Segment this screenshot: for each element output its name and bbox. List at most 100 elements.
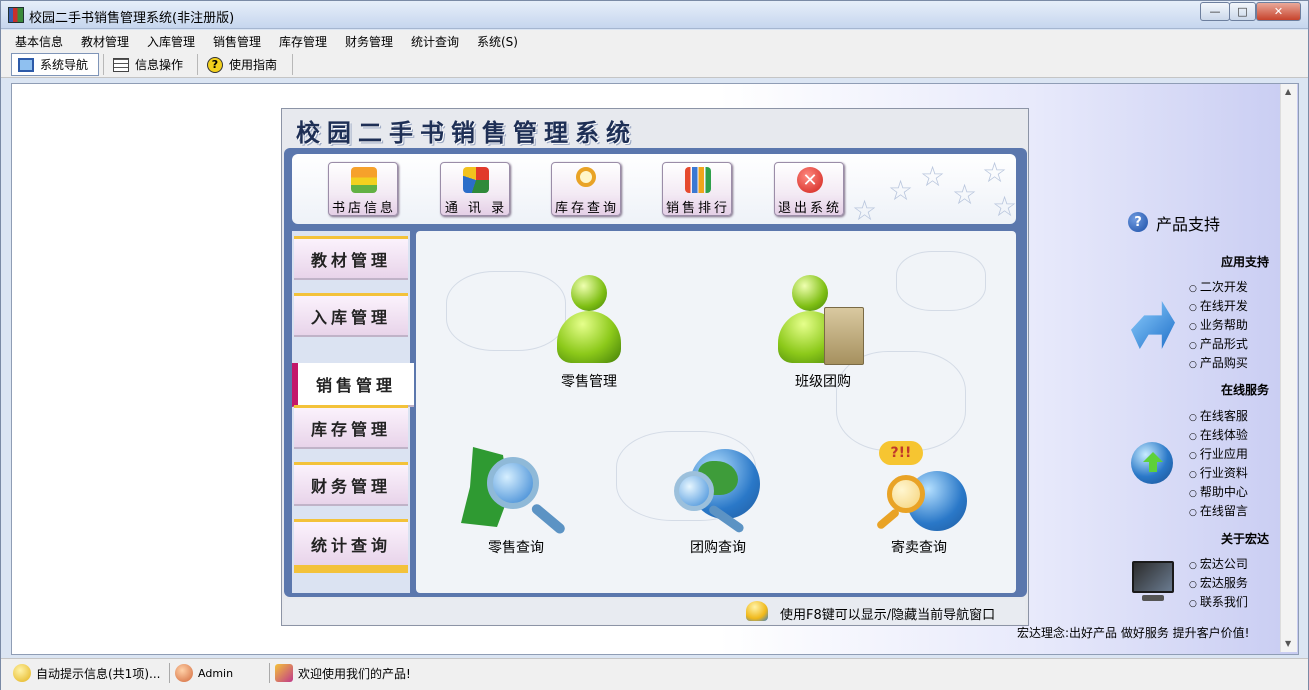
app-support-heading: 应用支持 <box>1221 255 1270 269</box>
welcome-label: 欢迎使用我们的产品! <box>298 666 411 681</box>
current-user: Admin <box>175 664 233 682</box>
group-buy-query-item[interactable]: 团购查询 <box>663 441 773 557</box>
grid-icon <box>113 57 129 72</box>
bookstore-info-label: 书店信息 <box>331 201 396 216</box>
top-button-bar: ☆ ☆ ☆ ☆ ☆ ☆ <box>292 154 1016 224</box>
link-industry-docs[interactable]: 行业资料 <box>1189 464 1248 481</box>
stock-query-label: 库存查询 <box>554 201 619 216</box>
contacts-button[interactable]: 通 讯 录 <box>440 162 510 216</box>
lamp-user-icon <box>746 601 768 621</box>
stock-query-button[interactable]: 库存查询 <box>551 162 621 216</box>
company-slogan: 宏达理念:出好产品 做好服务 提升客户价值! <box>1017 626 1250 640</box>
app-icon <box>8 7 24 23</box>
map-search-icon <box>457 441 575 536</box>
gift-icon <box>275 664 293 682</box>
monitor-large-icon <box>1132 561 1174 605</box>
class-group-buy-item[interactable]: 班级团购 <box>773 269 873 391</box>
tab-system-nav[interactable]: 系统导航 <box>11 53 99 76</box>
menu-system[interactable]: 系统(S) <box>477 33 518 50</box>
auto-tips[interactable]: 自动提示信息(共1项)... <box>13 664 160 682</box>
star-decoration: ☆ <box>952 178 978 211</box>
monitor-stand <box>1142 595 1164 601</box>
toolbar-divider <box>103 54 104 75</box>
panel-title: 校园二手书销售管理系统 <box>296 118 637 147</box>
link-business-help[interactable]: 业务帮助 <box>1189 316 1248 333</box>
exit-icon: ✕ <box>797 167 823 193</box>
link-help-center[interactable]: 帮助中心 <box>1189 483 1248 500</box>
class-group-buy-label: 班级团购 <box>795 374 851 390</box>
globe-search-icon <box>668 441 768 535</box>
scroll-down-icon[interactable]: ▼ <box>1285 639 1291 648</box>
menu-sales[interactable]: 销售管理 <box>213 33 261 50</box>
link-industry-apps[interactable]: 行业应用 <box>1189 445 1248 462</box>
retail-query-item[interactable]: 零售查询 <box>456 441 576 557</box>
link-secondary-dev[interactable]: 二次开发 <box>1189 278 1248 295</box>
consignment-query-item[interactable]: ?!! 寄卖查询 <box>863 441 975 557</box>
star-decoration: ☆ <box>888 174 914 207</box>
status-divider <box>169 663 170 683</box>
main-window: 校园二手书销售管理系统(非注册版) — □ ✕ 基本信息 教材管理 入库管理 销… <box>0 0 1309 690</box>
menu-inventory[interactable]: 库存管理 <box>279 33 327 50</box>
link-company[interactable]: 宏达公司 <box>1189 555 1248 572</box>
nav-inventory[interactable]: 库存管理 <box>294 405 408 449</box>
tab-user-guide[interactable]: ? 使用指南 <box>201 53 289 76</box>
title-bar: 校园二手书销售管理系统(非注册版) — □ ✕ <box>1 1 1308 29</box>
exit-system-button[interactable]: ✕ 退出系统 <box>774 162 844 216</box>
maximize-button[interactable]: □ <box>1229 2 1256 21</box>
retail-query-label: 零售查询 <box>488 540 544 556</box>
bookstore-info-button[interactable]: 书店信息 <box>328 162 398 216</box>
contacts-label: 通 讯 录 <box>444 201 508 216</box>
link-leave-message[interactable]: 在线留言 <box>1189 502 1248 519</box>
minimize-button[interactable]: — <box>1200 2 1230 21</box>
link-online-support[interactable]: 在线客服 <box>1189 407 1248 424</box>
retail-management-item[interactable]: 零售管理 <box>539 269 639 391</box>
link-product-buy[interactable]: 产品购买 <box>1189 354 1248 371</box>
tab-info-ops[interactable]: 信息操作 <box>107 53 195 76</box>
status-divider <box>269 663 270 683</box>
globe-arrow-mark <box>1143 452 1163 472</box>
window-title: 校园二手书销售管理系统(非注册版) <box>29 11 235 26</box>
product-support-title: 产品支持 <box>1156 215 1221 234</box>
menu-finance[interactable]: 财务管理 <box>345 33 393 50</box>
bar-chart-icon <box>685 167 711 193</box>
toolbar-divider <box>197 54 198 75</box>
link-online-trial[interactable]: 在线体验 <box>1189 426 1248 443</box>
contacts-icon <box>463 167 489 193</box>
f8-tip: 使用F8键可以显示/隐藏当前导航窗口 <box>780 608 996 623</box>
status-bar: 自动提示信息(共1项)... Admin 欢迎使用我们的产品! <box>1 658 1308 690</box>
nav-textbook[interactable]: 教材管理 <box>294 236 408 280</box>
star-decoration: ☆ <box>852 194 878 224</box>
nav-statistics[interactable]: 统计查询 <box>294 519 408 573</box>
close-button[interactable]: ✕ <box>1256 2 1301 21</box>
link-product-form[interactable]: 产品形式 <box>1189 335 1248 352</box>
star-decoration: ☆ <box>982 156 1008 189</box>
scroll-up-icon[interactable]: ▲ <box>1285 87 1291 96</box>
nav-finance[interactable]: 财务管理 <box>294 462 408 506</box>
menu-textbook[interactable]: 教材管理 <box>81 33 129 50</box>
help-icon: ? <box>207 56 223 73</box>
menu-statistics[interactable]: 统计查询 <box>411 33 459 50</box>
menu-stock-in[interactable]: 入库管理 <box>147 33 195 50</box>
toolbar-divider <box>292 54 293 75</box>
sales-ranking-button[interactable]: 销售排行 <box>662 162 732 216</box>
group-buy-query-label: 团购查询 <box>690 540 746 556</box>
link-contact-us[interactable]: 联系我们 <box>1189 593 1248 610</box>
monitor-screen <box>1132 561 1174 593</box>
exit-system-label: 退出系统 <box>777 201 842 216</box>
link-online-dev[interactable]: 在线开发 <box>1189 297 1248 314</box>
question-globe-icon: ?!! <box>867 441 971 533</box>
online-service-heading: 在线服务 <box>1221 383 1270 397</box>
nav-stock-in[interactable]: 入库管理 <box>294 293 408 337</box>
consignment-query-label: 寄卖查询 <box>891 540 947 556</box>
user-bag-icon <box>778 269 868 367</box>
menu-bar: 基本信息 教材管理 入库管理 销售管理 库存管理 财务管理 统计查询 系统(S) <box>1 30 1308 51</box>
vertical-scrollbar[interactable]: ▲ ▼ <box>1280 84 1297 652</box>
menu-basic-info[interactable]: 基本信息 <box>15 33 63 50</box>
globe-arrow-icon <box>1131 442 1173 484</box>
link-services[interactable]: 宏达服务 <box>1189 574 1248 591</box>
sales-ranking-label: 销售排行 <box>665 201 730 216</box>
nav-sales[interactable]: 销售管理 <box>292 363 414 407</box>
about-heading: 关于宏达 <box>1221 532 1270 546</box>
star-decoration: ☆ <box>920 160 946 193</box>
panel-status-row: 使用F8键可以显示/隐藏当前导航窗口 <box>284 599 1025 624</box>
